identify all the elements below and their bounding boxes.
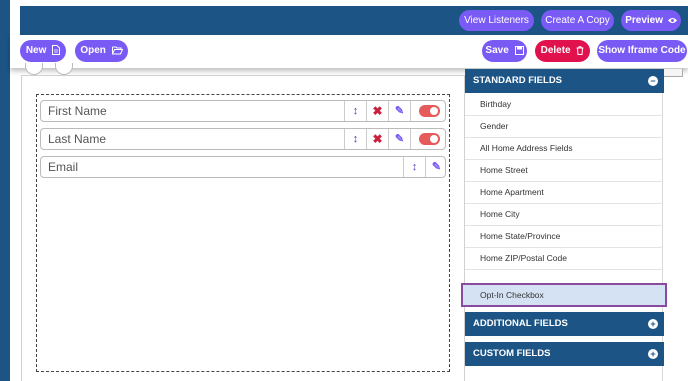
eye-icon	[667, 18, 677, 23]
field-option[interactable]: Home ZIP/Postal Code	[465, 248, 663, 270]
new-button[interactable]: New	[20, 40, 66, 62]
standard-fields-header[interactable]: STANDARD FIELDS −	[465, 69, 664, 93]
field-option[interactable]: All Home Address Fields	[465, 138, 663, 160]
field-label: Last Name	[48, 132, 107, 146]
expand-icon: +	[648, 349, 658, 359]
resize-handle-icon[interactable]: ↕	[403, 157, 425, 177]
field-option-partial[interactable]	[465, 270, 663, 282]
form-field-email[interactable]: Email ↕ ✎	[40, 156, 446, 178]
additional-fields-header[interactable]: ADDITIONAL FIELDS +	[465, 312, 664, 336]
edit-field-icon[interactable]: ✎	[388, 129, 410, 149]
file-icon	[52, 45, 61, 55]
folder-open-icon	[111, 46, 123, 55]
field-option[interactable]: Home Apartment	[465, 182, 663, 204]
create-copy-button[interactable]: Create A Copy	[541, 10, 614, 31]
standard-fields-title: STANDARD FIELDS	[473, 75, 563, 86]
view-listeners-button[interactable]: View Listeners	[459, 10, 534, 31]
trash-icon	[576, 46, 584, 55]
field-option[interactable]: Home Street	[465, 160, 663, 182]
field-label: Email	[48, 160, 79, 174]
remove-field-icon[interactable]: ✖	[366, 101, 388, 121]
field-option[interactable]: Gender	[465, 116, 663, 138]
delete-label: Delete	[540, 45, 571, 56]
toggle-switch	[419, 105, 440, 117]
open-button[interactable]: Open	[75, 40, 128, 62]
save-button[interactable]: Save	[482, 40, 527, 62]
expand-icon: +	[648, 319, 658, 329]
left-accent-strip	[0, 0, 10, 381]
custom-fields-header[interactable]: CUSTOM FIELDS +	[465, 342, 664, 366]
additional-fields-title: ADDITIONAL FIELDS	[473, 318, 568, 329]
preview-button[interactable]: Preview	[621, 10, 681, 31]
toggle-switch	[419, 133, 440, 145]
field-option[interactable]: Home City	[465, 204, 663, 226]
new-label: New	[25, 45, 47, 56]
form-field-last-name[interactable]: Last Name ↕ ✖ ✎	[40, 128, 446, 150]
resize-handle-icon[interactable]: ↕	[344, 101, 366, 121]
resize-handle-icon[interactable]: ↕	[344, 129, 366, 149]
custom-fields-title: CUSTOM FIELDS	[473, 348, 551, 359]
field-option[interactable]: Home State/Province	[465, 226, 663, 248]
undo-stub-button[interactable]	[25, 63, 43, 75]
required-toggle[interactable]	[410, 129, 448, 149]
show-iframe-code-button[interactable]: Show Iframe Code	[597, 40, 687, 62]
edit-field-icon[interactable]: ✎	[425, 157, 447, 177]
save-label: Save	[485, 45, 509, 56]
field-label: First Name	[48, 104, 107, 118]
scrollbar-stub[interactable]	[663, 69, 683, 77]
remove-field-icon[interactable]: ✖	[366, 129, 388, 149]
field-option-opt-in-checkbox[interactable]: Opt-In Checkbox	[461, 283, 667, 307]
field-option[interactable]: Birthday	[465, 94, 663, 116]
open-label: Open	[80, 45, 106, 56]
save-icon	[514, 46, 524, 55]
form-field-first-name[interactable]: First Name ↕ ✖ ✎	[40, 100, 446, 122]
collapse-icon: −	[648, 76, 658, 86]
edit-field-icon[interactable]: ✎	[388, 101, 410, 121]
preview-label: Preview	[625, 15, 664, 26]
redo-stub-button[interactable]	[55, 63, 73, 75]
delete-button[interactable]: Delete	[535, 40, 590, 62]
required-toggle[interactable]	[410, 101, 448, 121]
